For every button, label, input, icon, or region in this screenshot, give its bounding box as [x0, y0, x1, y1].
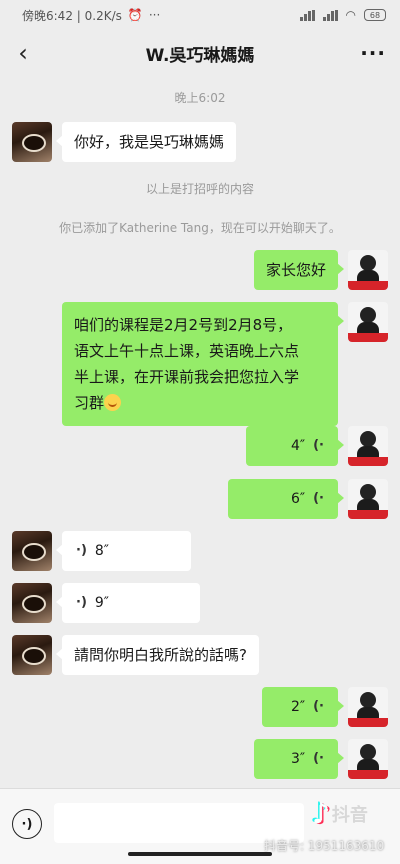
message-bubble[interactable]: 咱们的课程是2月2号到2月8号， 语文上午十点上课，英语晚上六点 半上课，在开课… — [62, 302, 344, 426]
contact-avatar[interactable] — [12, 122, 52, 162]
contact-avatar[interactable] — [12, 531, 52, 571]
tiktok-id: 抖音号: 1951163610 — [264, 839, 385, 853]
voice-input-button[interactable]: ·) — [12, 809, 42, 839]
system-notice-greeting: 以上是打招呼的内容 — [145, 182, 254, 196]
signal-icon — [299, 9, 315, 21]
my-avatar[interactable] — [348, 739, 388, 779]
contact-avatar[interactable] — [12, 583, 52, 623]
home-indicator[interactable] — [128, 852, 272, 856]
voice-message-bubble[interactable]: 4″ (· — [246, 426, 344, 466]
voice-wave-icon: (· — [313, 751, 324, 766]
brand-badge — [348, 281, 388, 290]
message-list[interactable]: 晚上6:02 你好，我是吳巧琳媽媽 以上是打招呼的内容 你已添加了Katheri… — [0, 76, 400, 788]
message-line: 习群 — [74, 394, 105, 412]
status-time: 傍晚6:42 | 0.2K/s — [22, 8, 122, 23]
chevron-left-icon: ‹ — [18, 39, 28, 67]
chat-header: ‹ W.吳巧琳媽媽 ··· — [0, 30, 400, 76]
voice-duration: 9″ — [94, 595, 110, 611]
alarm-icon: ⏰ — [127, 8, 143, 22]
voice-wave-icon: (· — [313, 491, 324, 506]
message-bubble[interactable]: 請問你明白我所說的話嗎? — [56, 635, 259, 675]
brand-badge — [348, 770, 388, 779]
my-avatar[interactable] — [348, 250, 388, 290]
tiktok-brand: 抖音 — [331, 804, 368, 826]
voice-wave-icon: ·) — [76, 595, 87, 610]
brand-badge — [348, 510, 388, 519]
voice-message-bubble[interactable]: 2″ (· — [262, 687, 344, 727]
voice-duration: 2″ — [290, 699, 306, 715]
voice-wave-icon: ·) — [76, 543, 87, 558]
my-avatar[interactable] — [348, 479, 388, 519]
system-notice-added: 你已添加了Katherine Tang，现在可以开始聊天了。 — [59, 221, 341, 235]
message-line: 咱们的课程是2月2号到2月8号， — [74, 316, 293, 334]
message-bubble[interactable]: 家长您好 — [253, 250, 345, 290]
voice-duration: 6″ — [290, 491, 306, 507]
voice-duration: 8″ — [94, 543, 110, 559]
my-avatar[interactable] — [348, 687, 388, 727]
message-bubble[interactable]: 你好，我是吳巧琳媽媽 — [55, 122, 237, 162]
signal-2-icon — [322, 9, 338, 21]
voice-message-bubble[interactable]: ·) 9″ — [56, 583, 200, 623]
battery-icon: 68 — [364, 9, 386, 21]
voice-message-bubble[interactable]: 6″ (· — [228, 479, 344, 519]
brand-badge — [348, 457, 388, 466]
tiktok-logo-icon: ♪ — [312, 797, 330, 830]
more-options-button[interactable]: ··· — [360, 36, 386, 70]
brand-badge — [348, 718, 388, 727]
voice-wave-icon: (· — [313, 438, 324, 453]
voice-icon: ·) — [21, 816, 33, 832]
voice-duration: 3″ — [290, 751, 306, 767]
message-timestamp: 晚上6:02 — [174, 91, 226, 105]
my-avatar[interactable] — [348, 302, 388, 342]
tiktok-watermark: ♪ 抖音 — [312, 797, 368, 830]
voice-wave-icon: (· — [313, 699, 324, 714]
back-button[interactable]: ‹ — [6, 36, 40, 70]
status-bar: 傍晚6:42 | 0.2K/s ⏰ ··· ◠ 68 — [0, 0, 400, 30]
wifi-icon: ◠ — [345, 8, 356, 22]
chat-title: W.吳巧琳媽媽 — [145, 45, 255, 66]
message-line: 半上课，在开课前我会把您拉入学 — [74, 368, 300, 386]
message-line: 语文上午十点上课，英语晚上六点 — [74, 342, 300, 360]
contact-avatar[interactable] — [12, 635, 52, 675]
brand-badge — [348, 333, 388, 342]
voice-duration: 4″ — [290, 438, 306, 454]
voice-message-bubble[interactable]: ·) 8″ — [56, 531, 191, 571]
more-status-icon: ··· — [148, 8, 161, 22]
smile-emoji-icon — [104, 394, 122, 411]
my-avatar[interactable] — [348, 426, 388, 466]
voice-message-bubble[interactable]: 3″ (· — [254, 739, 344, 779]
